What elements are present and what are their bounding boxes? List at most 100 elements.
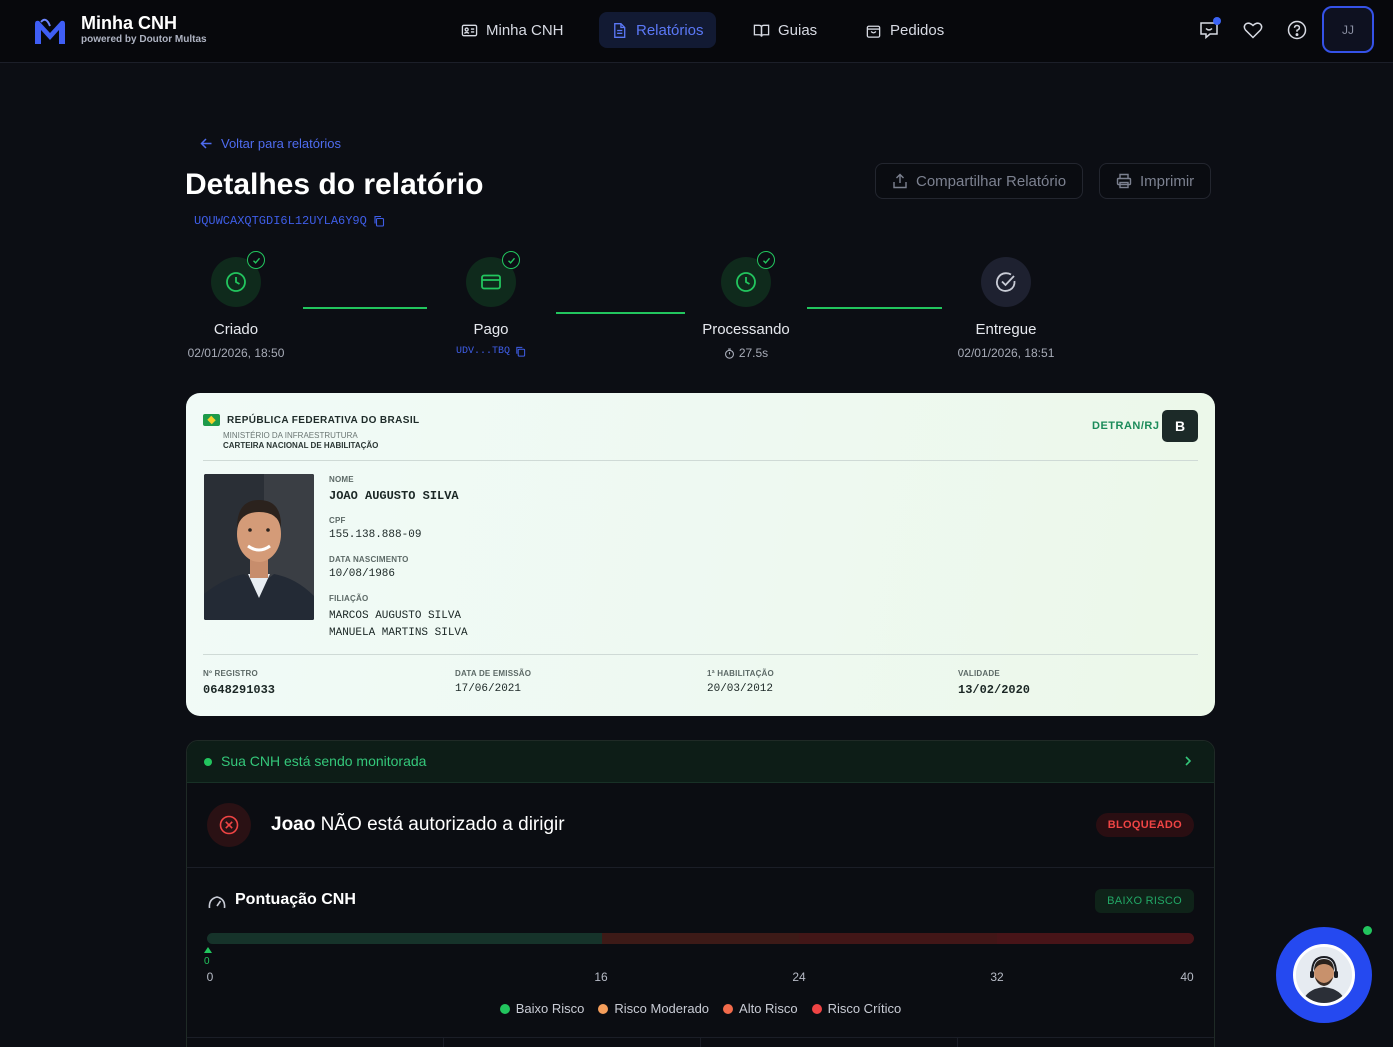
- check-icon: [502, 251, 520, 269]
- credit-card-icon: [481, 274, 501, 290]
- copy-icon[interactable]: [515, 346, 526, 357]
- step-label: Criado: [213, 321, 259, 338]
- document-icon: [614, 22, 626, 38]
- score-segment-moderate: [601, 933, 800, 944]
- stat-cell: [444, 1038, 701, 1047]
- brand-logo-icon[interactable]: [32, 17, 68, 47]
- legend-label: Baixo Risco: [515, 1001, 585, 1016]
- scale-tick: 40: [1180, 970, 1194, 984]
- step-processando: Processando 27.5s: [686, 251, 806, 360]
- step-timestamp: 02/01/2026, 18:50: [187, 346, 285, 360]
- page-title: Detalhes do relatório: [185, 168, 484, 201]
- score-segment-high: [799, 933, 997, 944]
- risk-level-badge: BAIXO RISCO: [1095, 889, 1194, 913]
- user-avatar-button[interactable]: JJ: [1322, 6, 1374, 53]
- status-dot: [204, 758, 212, 766]
- payment-id-value: UDV...TBQ: [455, 346, 510, 357]
- arrow-left-icon: [200, 138, 212, 149]
- card-divider: [203, 654, 1198, 655]
- cpf-label: CPF: [329, 516, 346, 525]
- brand-name[interactable]: Minha CNH: [81, 13, 177, 34]
- license-category-badge: B: [1162, 410, 1198, 442]
- report-id-value: UQUWCAXQTGDI6L12UYLA6Y9Q: [194, 214, 367, 228]
- processing-duration: 27.5s: [686, 346, 806, 360]
- blocked-icon: [207, 803, 251, 847]
- nav-item-pedidos[interactable]: Pedidos: [853, 12, 956, 48]
- driver-first-name: Joao: [271, 814, 316, 835]
- father-name: MARCOS AUGUSTO SILVA: [329, 610, 462, 622]
- driver-photo: [204, 474, 314, 620]
- print-button[interactable]: Imprimir: [1099, 163, 1212, 199]
- payment-id: UDV...TBQ: [431, 346, 551, 357]
- share-report-button[interactable]: Compartilhar Relatório: [875, 163, 1084, 199]
- issue-date-label: DATA DE EMISSÃO: [455, 669, 532, 678]
- mother-name: MANUELA MARTINS SILVA: [329, 627, 468, 639]
- step-circle: [981, 257, 1031, 307]
- legend-label: Alto Risco: [739, 1001, 798, 1016]
- score-marker-icon: [204, 947, 212, 953]
- validity-date: 13/02/2020: [958, 683, 1031, 697]
- nav-item-label: Pedidos: [890, 21, 945, 39]
- license-country: REPÚBLICA FEDERATIVA DO BRASIL: [227, 415, 420, 426]
- monitoring-status-bar[interactable]: Sua CNH está sendo monitorada: [187, 741, 1214, 783]
- stats-row: [187, 1037, 1214, 1047]
- card-divider: [203, 460, 1198, 461]
- legend-dot: [499, 1003, 510, 1014]
- nav-item-minha-cnh[interactable]: Minha CNH: [449, 12, 576, 48]
- legend-dot: [723, 1003, 734, 1014]
- shopping-bag-icon: [866, 25, 881, 38]
- validity-label: VALIDADE: [958, 669, 1000, 678]
- copy-icon[interactable]: [373, 215, 385, 227]
- registry-number: 0648291033: [203, 683, 276, 697]
- clock-icon: [226, 272, 246, 292]
- license-ministry: MINISTÉRIO DA INFRAESTRUTURA: [223, 431, 358, 440]
- nav-item-label: Relatórios: [636, 21, 704, 39]
- scale-tick: 24: [792, 970, 806, 984]
- step-label: Processando: [702, 321, 790, 338]
- score-segment-critical: [996, 933, 1194, 944]
- clock-icon: [736, 272, 756, 292]
- scale-tick: 16: [594, 970, 608, 984]
- nav-item-relatorios[interactable]: Relatórios: [599, 12, 716, 48]
- stat-cell: [701, 1038, 958, 1047]
- brand-tagline: powered by Doutor Multas: [81, 34, 207, 45]
- step-entregue: Entregue 02/01/2026, 18:51: [946, 257, 1066, 360]
- step-label: Entregue: [975, 321, 1037, 338]
- step-connector: [303, 307, 427, 309]
- legend-dot: [811, 1003, 822, 1014]
- gauge-icon: [208, 896, 226, 909]
- report-id: UQUWCAXQTGDI6L12UYLA6Y9Q: [194, 214, 385, 228]
- printer-icon: [1116, 173, 1132, 189]
- stopwatch-icon: [724, 348, 734, 359]
- support-assistant-button[interactable]: [1276, 927, 1372, 1023]
- check-circle-icon: [995, 272, 1016, 292]
- id-card-icon: [461, 24, 478, 36]
- legend-item: Risco Crítico: [811, 1001, 901, 1016]
- step-label: Pago: [473, 321, 509, 338]
- book-icon: [753, 24, 770, 37]
- nav-item-guias[interactable]: Guias: [741, 12, 829, 48]
- score-segment-low: [207, 933, 602, 944]
- chevron-right-icon[interactable]: [1182, 755, 1194, 767]
- nav-item-label: Guias: [778, 21, 818, 39]
- online-status-dot: [1361, 924, 1374, 937]
- score-value: 0: [204, 956, 210, 967]
- legend-item: Alto Risco: [723, 1001, 798, 1016]
- check-icon: [757, 251, 775, 269]
- name-label: NOME: [329, 475, 354, 484]
- risk-legend: Baixo Risco Risco Moderado Alto Risco Ri…: [187, 1001, 1214, 1016]
- legend-dot: [598, 1003, 609, 1014]
- step-connector: [556, 312, 685, 314]
- check-icon: [247, 251, 265, 269]
- stat-cell: [187, 1038, 444, 1047]
- help-icon[interactable]: [1286, 19, 1308, 41]
- person-headset-icon: [1296, 947, 1352, 1003]
- heart-icon[interactable]: [1242, 19, 1264, 41]
- back-to-reports-link[interactable]: Voltar para relatórios: [200, 136, 341, 151]
- scale-tick: 0: [206, 970, 214, 984]
- driver-cpf: 155.138.888-09: [329, 529, 422, 541]
- first-license-date: 20/03/2012: [707, 683, 774, 695]
- blocked-status-badge: BLOQUEADO: [1095, 813, 1194, 837]
- step-criado: Criado 02/01/2026, 18:50: [176, 251, 296, 360]
- license-issuer: DETRAN/RJ: [1092, 420, 1160, 432]
